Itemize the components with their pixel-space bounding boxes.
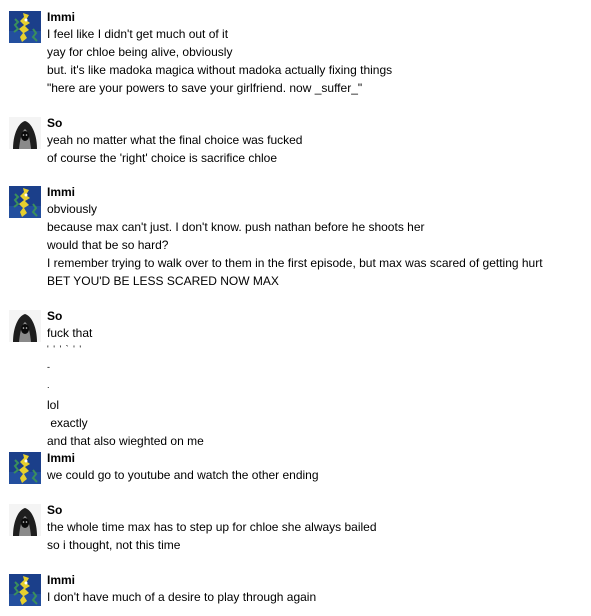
message-line: I don't have much of a desire to play th… xyxy=(47,590,317,604)
message-line: the whole time max has to step up for ch… xyxy=(47,520,377,534)
message-line: so i thought, not this time xyxy=(47,538,181,552)
message-line: BET YOU'D BE LESS SCARED NOW MAX xyxy=(47,274,279,288)
message-lines: the whole time max has to step up for ch… xyxy=(47,518,377,554)
message-lines: fuck that ' ' ' ` ' ' - . lol exactly an… xyxy=(47,324,204,450)
message-line: . xyxy=(47,380,51,390)
chat-log: Immi I feel like I didn't get much out o… xyxy=(0,0,591,616)
message-line: yay for chloe being alive, obviously xyxy=(47,45,233,59)
message-line: and that also wieghted on me xyxy=(47,434,204,448)
message-line: fuck that xyxy=(47,326,93,340)
message-line: I feel like I didn't get much out of it xyxy=(47,27,229,41)
so-avatar-icon[interactable] xyxy=(9,310,41,342)
sender-name: So xyxy=(47,116,63,130)
message-line: would that be so hard? xyxy=(47,238,169,252)
message-line: "here are your powers to save your girlf… xyxy=(47,81,363,95)
message-line: ' ' ' ` ' ' xyxy=(47,344,83,354)
message-line: exactly xyxy=(47,416,88,430)
sender-name: Immi xyxy=(47,573,76,587)
immi-avatar-icon[interactable] xyxy=(9,574,41,606)
so-avatar-icon[interactable] xyxy=(9,117,41,149)
immi-avatar-icon[interactable] xyxy=(9,452,41,484)
message-lines: yeah no matter what the final choice was… xyxy=(47,131,302,167)
message-lines: we could go to youtube and watch the oth… xyxy=(47,466,319,484)
sender-name: Immi xyxy=(47,10,76,24)
message-line: yeah no matter what the final choice was… xyxy=(47,133,303,147)
message-line: we could go to youtube and watch the oth… xyxy=(47,468,319,482)
message-line: lol xyxy=(47,398,60,412)
immi-avatar-icon[interactable] xyxy=(9,186,41,218)
message-lines: obviously because max can't just. I don'… xyxy=(47,200,543,290)
sender-name: Immi xyxy=(47,451,76,465)
sender-name: Immi xyxy=(47,185,76,199)
sender-name: So xyxy=(47,503,63,517)
message-line: I remember trying to walk over to them i… xyxy=(47,256,543,270)
so-avatar-icon[interactable] xyxy=(9,504,41,536)
message-line: because max can't just. I don't know. pu… xyxy=(47,220,425,234)
message-lines: I don't have much of a desire to play th… xyxy=(47,588,316,606)
immi-avatar-icon[interactable] xyxy=(9,11,41,43)
message-line: of course the 'right' choice is sacrific… xyxy=(47,151,278,165)
message-line: - xyxy=(47,362,51,372)
sender-name: So xyxy=(47,309,63,323)
message-line: obviously xyxy=(47,202,98,216)
message-lines: I feel like I didn't get much out of it … xyxy=(47,25,392,97)
message-line: but. it's like madoka magica without mad… xyxy=(47,63,393,77)
